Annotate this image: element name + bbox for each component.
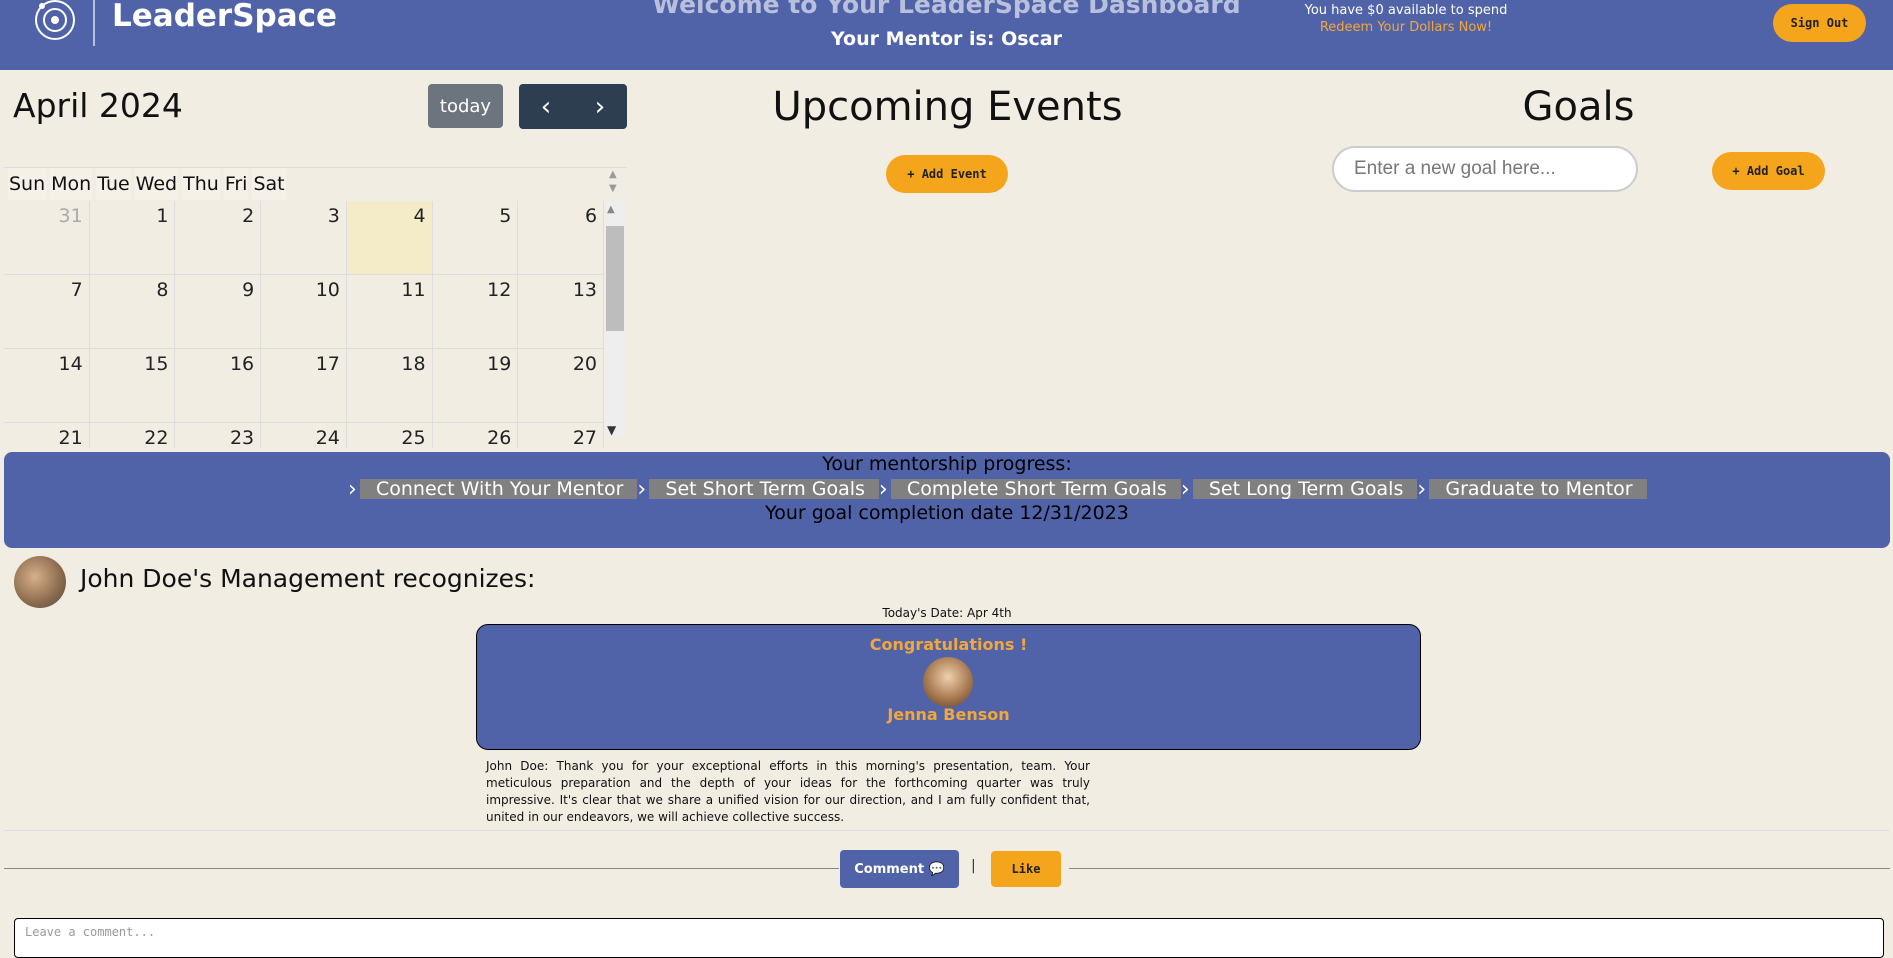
chevron-right-icon: › — [348, 476, 357, 502]
progress-steps: › Connect With Your Mentor › Set Short T… — [348, 476, 1647, 502]
today-button[interactable]: today — [428, 84, 503, 128]
calendar-day[interactable]: 18 — [346, 349, 433, 423]
calendar-day[interactable]: 19 — [432, 349, 519, 423]
avatar — [14, 556, 66, 608]
calendar-day[interactable]: 21 — [4, 423, 90, 448]
add-event-button[interactable]: + Add Event — [886, 155, 1008, 193]
dow-label: Sat — [252, 168, 286, 200]
calendar-day[interactable]: 16 — [175, 349, 262, 423]
comment-button[interactable]: Comment 💬 — [840, 850, 959, 888]
calendar-day[interactable]: 15 — [89, 349, 176, 423]
calendar-week: 7 8 9 10 11 12 13 — [4, 275, 605, 349]
dow-label: Wed — [134, 168, 179, 200]
divider — [4, 868, 839, 869]
calendar-week: 14 15 16 17 18 19 20 — [4, 349, 605, 423]
chevron-right-icon: › — [594, 91, 606, 122]
chevron-right-icon: › — [878, 476, 888, 502]
events-panel: Upcoming Events — [636, 74, 1259, 444]
calendar-day[interactable]: 11 — [346, 275, 433, 349]
calendar-title: April 2024 — [13, 86, 183, 125]
progress-step: Set Long Term Goals — [1192, 479, 1418, 499]
congrats-card: Congratulations ! Jenna Benson — [476, 624, 1421, 750]
calendar-day[interactable]: 25 — [347, 423, 433, 448]
dow-label: Tue — [96, 168, 131, 200]
calendar-day[interactable]: 5 — [432, 201, 519, 275]
scroll-down-icon[interactable]: ▼ — [607, 423, 616, 437]
action-separator: | — [971, 858, 976, 874]
calendar-day[interactable]: 26 — [433, 423, 519, 448]
calendar-day[interactable]: 14 — [4, 349, 90, 423]
calendar-week: 31 1 2 3 4 5 6 — [4, 201, 605, 275]
congrats-label: Congratulations ! — [869, 635, 1028, 654]
calendar-weeks: 31 1 2 3 4 5 6 7 8 9 10 11 12 13 14 15 1… — [4, 201, 605, 448]
welcome-title: Welcome to Your LeaderSpace Dashboard — [652, 0, 1241, 19]
add-goal-button[interactable]: + Add Goal — [1712, 152, 1825, 190]
calendar-day[interactable]: 27 — [518, 423, 605, 448]
chevron-right-icon: › — [1417, 476, 1427, 502]
today-date: Today's Date: Apr 4th — [882, 606, 1012, 620]
mentorship-progress: Your mentorship progress: › Connect With… — [4, 452, 1890, 548]
spend-balance: You have $0 available to spend — [1304, 3, 1508, 18]
recognition-section: John Doe's Management recognizes: Today'… — [4, 556, 1890, 958]
dow-label: Thu — [182, 168, 220, 200]
chevron-right-icon: › — [637, 476, 647, 502]
calendar-day[interactable]: 17 — [261, 349, 347, 423]
progress-step: Connect With Your Mentor — [360, 479, 638, 499]
progress-step: Graduate to Mentor — [1429, 479, 1647, 499]
chevron-left-icon: ‹ — [540, 91, 552, 122]
next-month-button[interactable]: › — [573, 84, 627, 129]
calendar-grid: Sun Mon Tue Wed Thu Fri Sat ▲ ▼ 31 1 2 3 … — [4, 167, 627, 448]
calendar-nav: ‹ › — [519, 84, 627, 129]
goals-panel: Goals — [1267, 74, 1890, 444]
calendar-day[interactable]: 1 — [89, 201, 176, 275]
avatar — [923, 657, 973, 707]
dow-label: Sun — [8, 168, 47, 200]
calendar-day[interactable]: 8 — [89, 275, 176, 349]
dow-scroll-arrows[interactable]: ▲ ▼ — [609, 168, 617, 196]
comment-input[interactable]: Leave a comment... — [14, 918, 1884, 958]
scroll-up-icon[interactable]: ▲ — [607, 204, 615, 215]
calendar-day[interactable]: 12 — [432, 275, 519, 349]
calendar-day[interactable]: 23 — [175, 423, 262, 448]
calendar-day[interactable]: 24 — [261, 423, 347, 448]
recipient-name: Jenna Benson — [887, 705, 1010, 724]
calendar-day[interactable]: 31 — [4, 201, 90, 275]
calendar-scroll-thumb[interactable] — [606, 226, 624, 331]
goals-title: Goals — [1522, 84, 1635, 130]
calendar-day[interactable]: 3 — [261, 201, 347, 275]
redeem-link[interactable]: Redeem Your Dollars Now! — [1260, 20, 1552, 35]
sign-out-button[interactable]: Sign Out — [1773, 4, 1866, 42]
calendar-day[interactable]: 22 — [90, 423, 176, 448]
divider — [4, 830, 1890, 831]
calendar-day[interactable]: 9 — [175, 275, 262, 349]
dow-label: Mon — [50, 168, 93, 200]
prev-month-button[interactable]: ‹ — [519, 84, 573, 129]
like-button[interactable]: Like — [991, 851, 1061, 887]
dow-label: Fri — [223, 168, 249, 200]
progress-title: Your mentorship progress: — [822, 453, 1072, 475]
days-of-week: Sun Mon Tue Wed Thu Fri Sat — [4, 168, 286, 200]
calendar-day[interactable]: 6 — [518, 201, 605, 275]
events-title: Upcoming Events — [772, 84, 1123, 130]
divider — [1069, 868, 1890, 869]
mentor-label: Your Mentor is: Oscar — [831, 28, 1062, 50]
calendar-day[interactable]: 7 — [4, 275, 90, 349]
calendar-day[interactable]: 2 — [175, 201, 262, 275]
calendar-panel: April 2024 today ‹ › Sun Mon Tue Wed Thu… — [4, 74, 627, 448]
header: LeaderSpace Welcome to Your LeaderSpace … — [0, 0, 1893, 70]
recognition-message: John Doe: Thank you for your exceptional… — [486, 759, 1090, 824]
calendar-day-today[interactable]: 4 — [346, 201, 433, 275]
completion-date: Your goal completion date 12/31/2023 — [765, 502, 1129, 524]
calendar-day[interactable]: 10 — [261, 275, 347, 349]
progress-step: Set Short Term Goals — [649, 479, 879, 499]
calendar-day[interactable]: 20 — [518, 349, 605, 423]
goal-input[interactable] — [1332, 146, 1638, 192]
calendar-week: 21 22 23 24 25 26 27 — [4, 423, 605, 448]
calendar-day[interactable]: 13 — [518, 275, 605, 349]
chevron-right-icon: › — [1180, 476, 1190, 502]
recognition-title: John Doe's Management recognizes: — [80, 564, 536, 593]
progress-step: Complete Short Term Goals — [890, 479, 1181, 499]
